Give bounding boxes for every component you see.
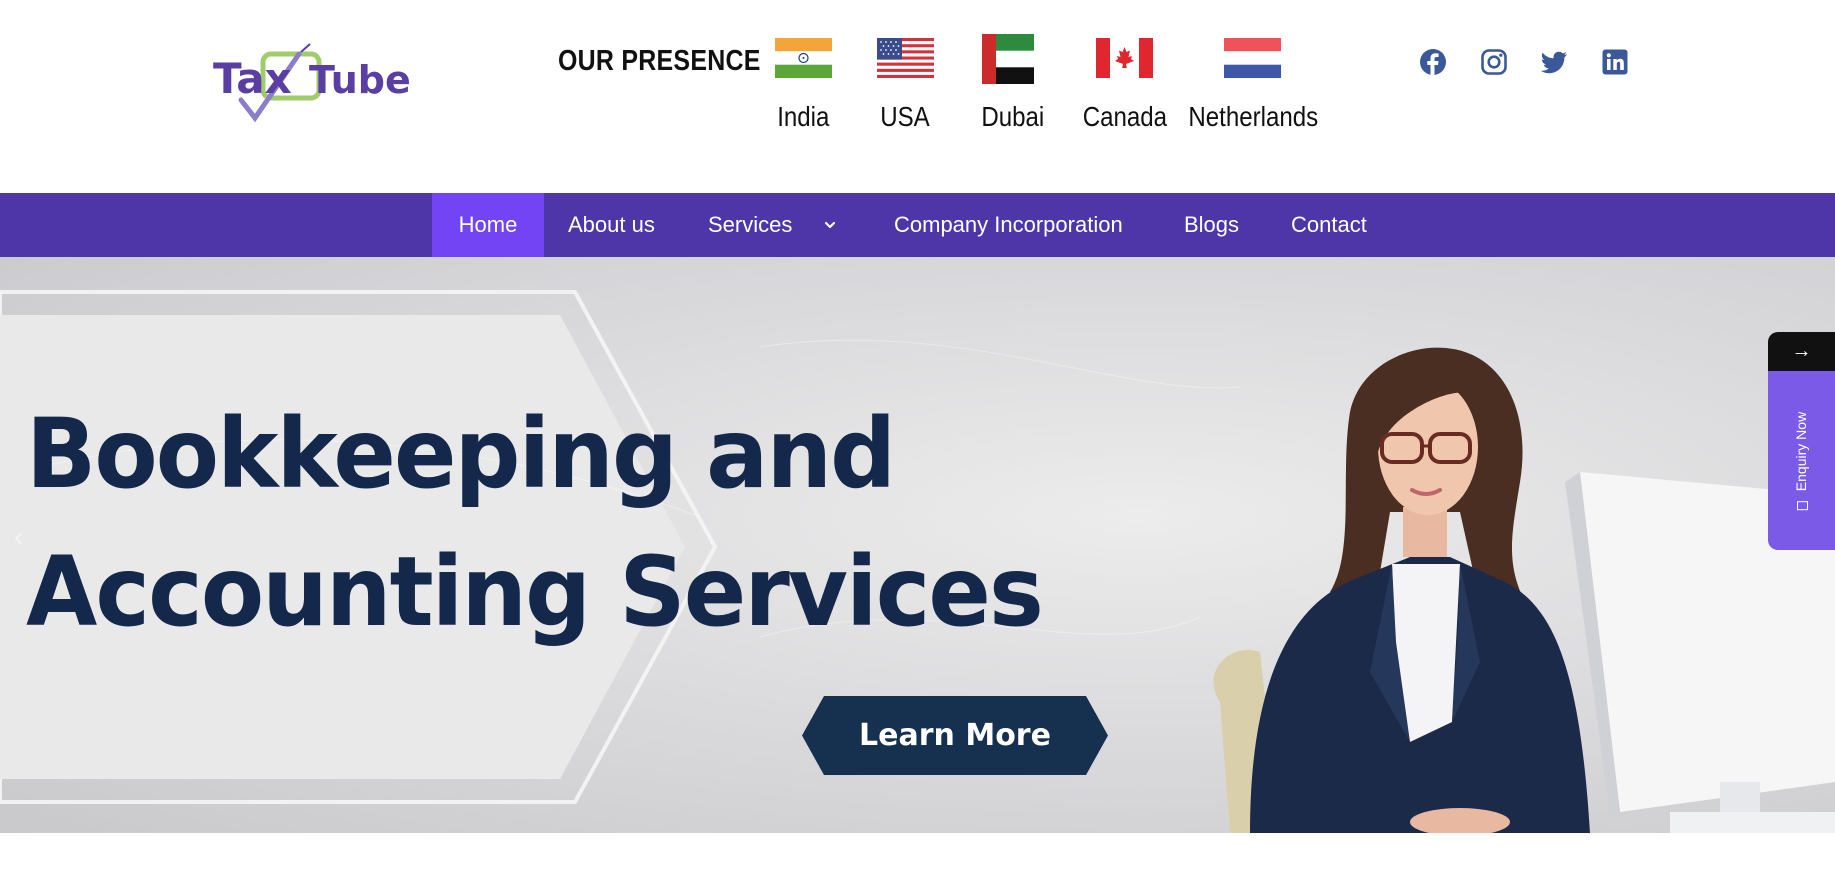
country-name: Netherlands [1188, 101, 1319, 132]
twitter-icon[interactable] [1540, 48, 1568, 76]
country-india[interactable]: India [773, 38, 833, 133]
enquiry-now-tab[interactable]: Enquiry Now [1768, 371, 1835, 550]
site-header: Tax Tube OUR PRESENCE India USA Dubai Ca… [0, 0, 1835, 193]
phone-icon [1796, 501, 1808, 511]
country-usa[interactable]: USA [874, 38, 936, 133]
hero-banner: ‹ Bookkeeping and Accounting Services Le… [0, 257, 1835, 833]
country-name: India [777, 101, 830, 132]
country-dubai[interactable]: Dubai [977, 34, 1045, 133]
country-name: Canada [1082, 101, 1168, 132]
nav-company-incorporation[interactable]: Company Incorporation [894, 193, 1123, 257]
country-name: USA [880, 101, 930, 132]
uae-flag-icon [982, 34, 1034, 84]
hero-title-line-2: Accounting Services [26, 536, 1044, 648]
canada-flag-icon [1095, 38, 1153, 78]
learn-more-label: Learn More [859, 718, 1051, 753]
enquiry-widget: → Enquiry Now [1768, 332, 1835, 550]
country-netherlands[interactable]: Netherlands [1178, 38, 1326, 133]
svg-text:Tax: Tax [213, 54, 292, 103]
nav-contact[interactable]: Contact [1291, 193, 1367, 257]
main-navigation: Home About us Services Company Incorpora… [0, 193, 1835, 257]
usa-flag-icon [876, 38, 934, 78]
svg-text:Tube: Tube [309, 58, 411, 102]
country-canada[interactable]: Canada [1076, 38, 1172, 133]
taxtube-logo[interactable]: Tax Tube [213, 42, 413, 124]
nav-services-label: Services [708, 212, 793, 237]
nav-about-us[interactable]: About us [568, 193, 655, 257]
nav-blogs[interactable]: Blogs [1184, 193, 1239, 257]
hero-title: Bookkeeping and Accounting Services [26, 385, 1084, 661]
india-flag-icon [774, 38, 832, 78]
our-presence-label: OUR PRESENCE [558, 45, 761, 77]
arrow-right-icon[interactable]: → [1768, 332, 1835, 371]
country-name: Dubai [981, 101, 1045, 132]
nav-services[interactable]: Services [708, 193, 836, 257]
enquiry-now-label: Enquiry Now [1793, 411, 1809, 492]
nav-home[interactable]: Home [432, 193, 544, 257]
instagram-icon[interactable] [1480, 48, 1508, 76]
facebook-icon[interactable] [1419, 48, 1447, 76]
hero-woman-at-computer-image [1160, 342, 1835, 833]
enquiry-now-text: Enquiry Now [1793, 411, 1809, 511]
netherlands-flag-icon [1223, 38, 1281, 78]
linkedin-icon[interactable] [1601, 48, 1629, 76]
learn-more-button[interactable]: Learn More [802, 696, 1108, 775]
hero-title-line-1: Bookkeeping and [26, 398, 896, 510]
